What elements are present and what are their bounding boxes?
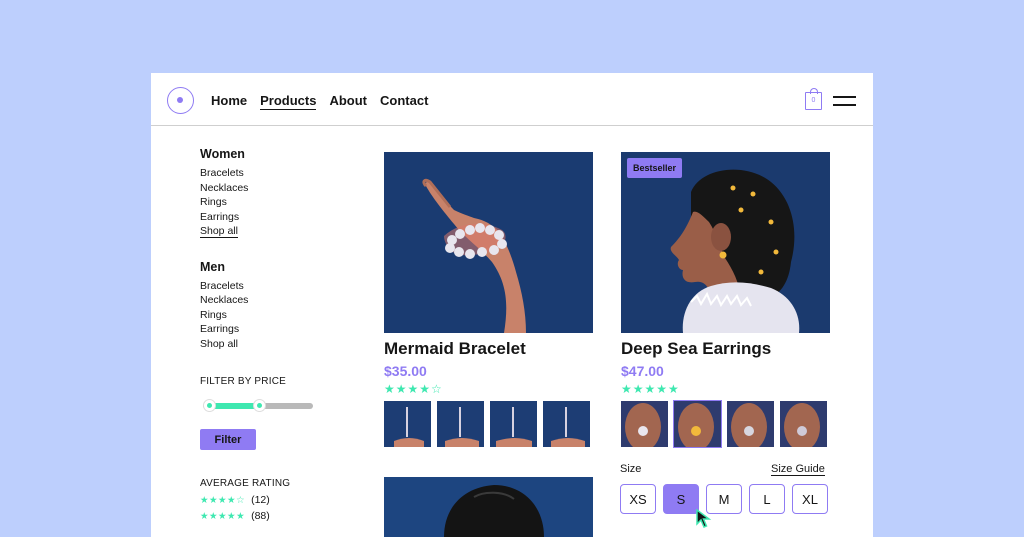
- thumbnail[interactable]: [384, 401, 431, 447]
- product-name[interactable]: Mermaid Bracelet: [384, 339, 526, 359]
- filter-by-price-heading: FILTER BY PRICE: [200, 376, 286, 387]
- star-rating-icon: ★★★★★: [200, 510, 246, 522]
- main-nav: Home Products About Contact: [211, 93, 428, 110]
- men-shop-all-link[interactable]: Shop all: [200, 337, 330, 352]
- product-price: $35.00: [384, 363, 427, 379]
- women-bracelets-link[interactable]: Bracelets: [200, 166, 330, 181]
- size-guide-link[interactable]: Size Guide: [771, 463, 825, 476]
- site-header: Home Products About Contact 0: [151, 73, 873, 126]
- thumbnail[interactable]: [490, 401, 537, 447]
- cart-icon[interactable]: 0: [805, 88, 822, 110]
- average-rating-heading: AVERAGE RATING: [200, 478, 291, 489]
- men-bracelets-link[interactable]: Bracelets: [200, 279, 330, 294]
- hamburger-menu-icon[interactable]: [833, 94, 856, 106]
- product-listing-page: Home Products About Contact 0 Women Brac…: [151, 73, 873, 537]
- size-l-button[interactable]: L: [749, 484, 785, 514]
- men-earrings-link[interactable]: Earrings: [200, 322, 330, 337]
- women-heading: Women: [200, 147, 245, 161]
- rating-filter-5[interactable]: ★★★★★ (88): [200, 510, 270, 522]
- thumbnail[interactable]: [727, 401, 774, 447]
- star-rating-icon: ★★★★★: [621, 382, 680, 396]
- product-image-partial[interactable]: [384, 477, 593, 537]
- cart-count: 0: [811, 97, 816, 104]
- bestseller-badge: Bestseller: [627, 158, 683, 178]
- size-xl-button[interactable]: XL: [792, 484, 828, 514]
- mermaid-bracelet-thumbnails: [384, 401, 590, 447]
- mouse-pointer-icon: [696, 509, 712, 528]
- nav-products[interactable]: Products: [260, 93, 317, 110]
- men-rings-link[interactable]: Rings: [200, 308, 330, 323]
- filter-button[interactable]: Filter: [200, 429, 256, 450]
- men-necklaces-link[interactable]: Necklaces: [200, 293, 330, 308]
- women-necklaces-link[interactable]: Necklaces: [200, 181, 330, 196]
- size-xs-button[interactable]: XS: [620, 484, 656, 514]
- sidebar-categories: Women Bracelets Necklaces Rings Earrings…: [200, 147, 330, 351]
- nav-home[interactable]: Home: [211, 93, 247, 110]
- men-list: Bracelets Necklaces Rings Earrings Shop …: [200, 279, 330, 352]
- women-shop-all-link[interactable]: Shop all: [200, 224, 330, 239]
- thumbnail-selected[interactable]: [673, 400, 722, 448]
- rating-count: (88): [251, 510, 270, 522]
- rating-filter-4[interactable]: ★★★★☆ (12): [200, 494, 270, 506]
- women-earrings-link[interactable]: Earrings: [200, 210, 330, 225]
- size-label: Size: [620, 463, 642, 475]
- deep-sea-earrings-image[interactable]: Bestseller: [621, 152, 830, 333]
- thumbnail[interactable]: [621, 401, 668, 447]
- thumbnail[interactable]: [437, 401, 484, 447]
- mermaid-bracelet-image[interactable]: [384, 152, 593, 333]
- women-rings-link[interactable]: Rings: [200, 195, 330, 210]
- women-list: Bracelets Necklaces Rings Earrings Shop …: [200, 166, 330, 239]
- price-range-slider[interactable]: [203, 399, 313, 412]
- rating-count: (12): [251, 494, 270, 506]
- deep-sea-earrings-thumbnails: [621, 400, 827, 448]
- star-rating-icon: ★★★★☆: [200, 494, 246, 506]
- thumbnail[interactable]: [543, 401, 590, 447]
- slider-handle-min[interactable]: [203, 399, 216, 412]
- product-price: $47.00: [621, 363, 664, 379]
- slider-handle-max[interactable]: [253, 399, 266, 412]
- product-name[interactable]: Deep Sea Earrings: [621, 339, 771, 359]
- nav-about[interactable]: About: [329, 93, 367, 110]
- nav-contact[interactable]: Contact: [380, 93, 428, 110]
- men-heading: Men: [200, 259, 225, 274]
- size-s-button[interactable]: S: [663, 484, 699, 514]
- thumbnail[interactable]: [780, 401, 827, 447]
- star-rating-icon: ★★★★☆: [384, 382, 443, 396]
- logo-icon[interactable]: [167, 87, 194, 114]
- size-options: XS S M L XL: [620, 484, 828, 514]
